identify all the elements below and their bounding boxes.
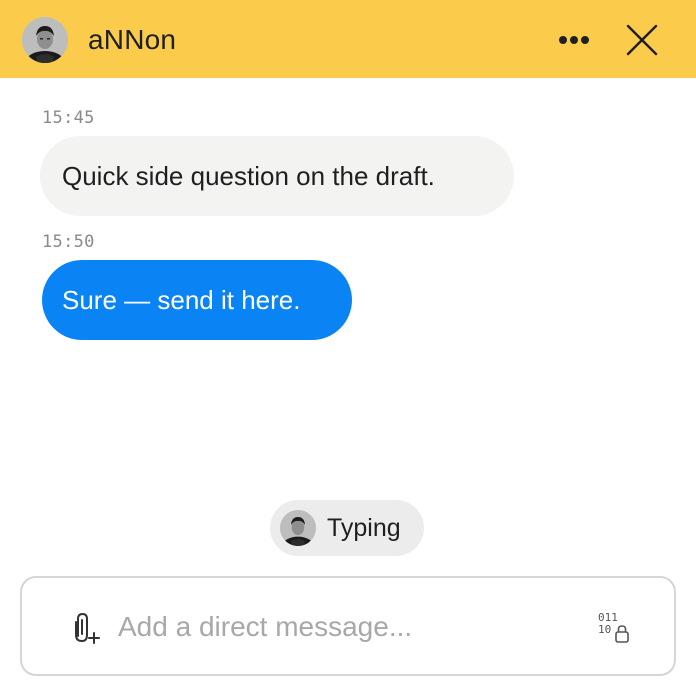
user-avatar-icon[interactable] [22,17,68,63]
message-text: Sure — send it here. [62,284,301,315]
incoming-message-bubble[interactable]: Quick side question on the draft. [40,136,514,216]
encryption-button[interactable]: 011 10 [594,608,634,648]
svg-text:10: 10 [598,623,611,636]
message-text: Quick side question on the draft. [62,160,435,191]
message-timestamp: 15:45 [42,108,95,128]
chat-title: aNNon [88,24,177,55]
typing-label: Typing [327,514,401,542]
more-horizontal-icon [559,36,589,44]
binary-lock-icon: 011 10 [598,611,629,643]
typing-indicator: Typing [270,500,424,556]
more-options-button[interactable] [554,25,594,55]
chat-header: aNNon [0,0,696,78]
message-timestamp: 15:50 [42,232,95,252]
user-avatar-icon [280,510,316,546]
attach-paperclip-plus-icon [75,612,100,644]
close-icon [626,24,658,56]
close-button[interactable] [620,18,664,62]
message-composer: 011 10 [20,576,676,676]
message-input[interactable] [118,606,578,648]
outgoing-message-bubble[interactable]: Sure — send it here. [42,260,352,340]
attach-button[interactable] [66,610,102,646]
